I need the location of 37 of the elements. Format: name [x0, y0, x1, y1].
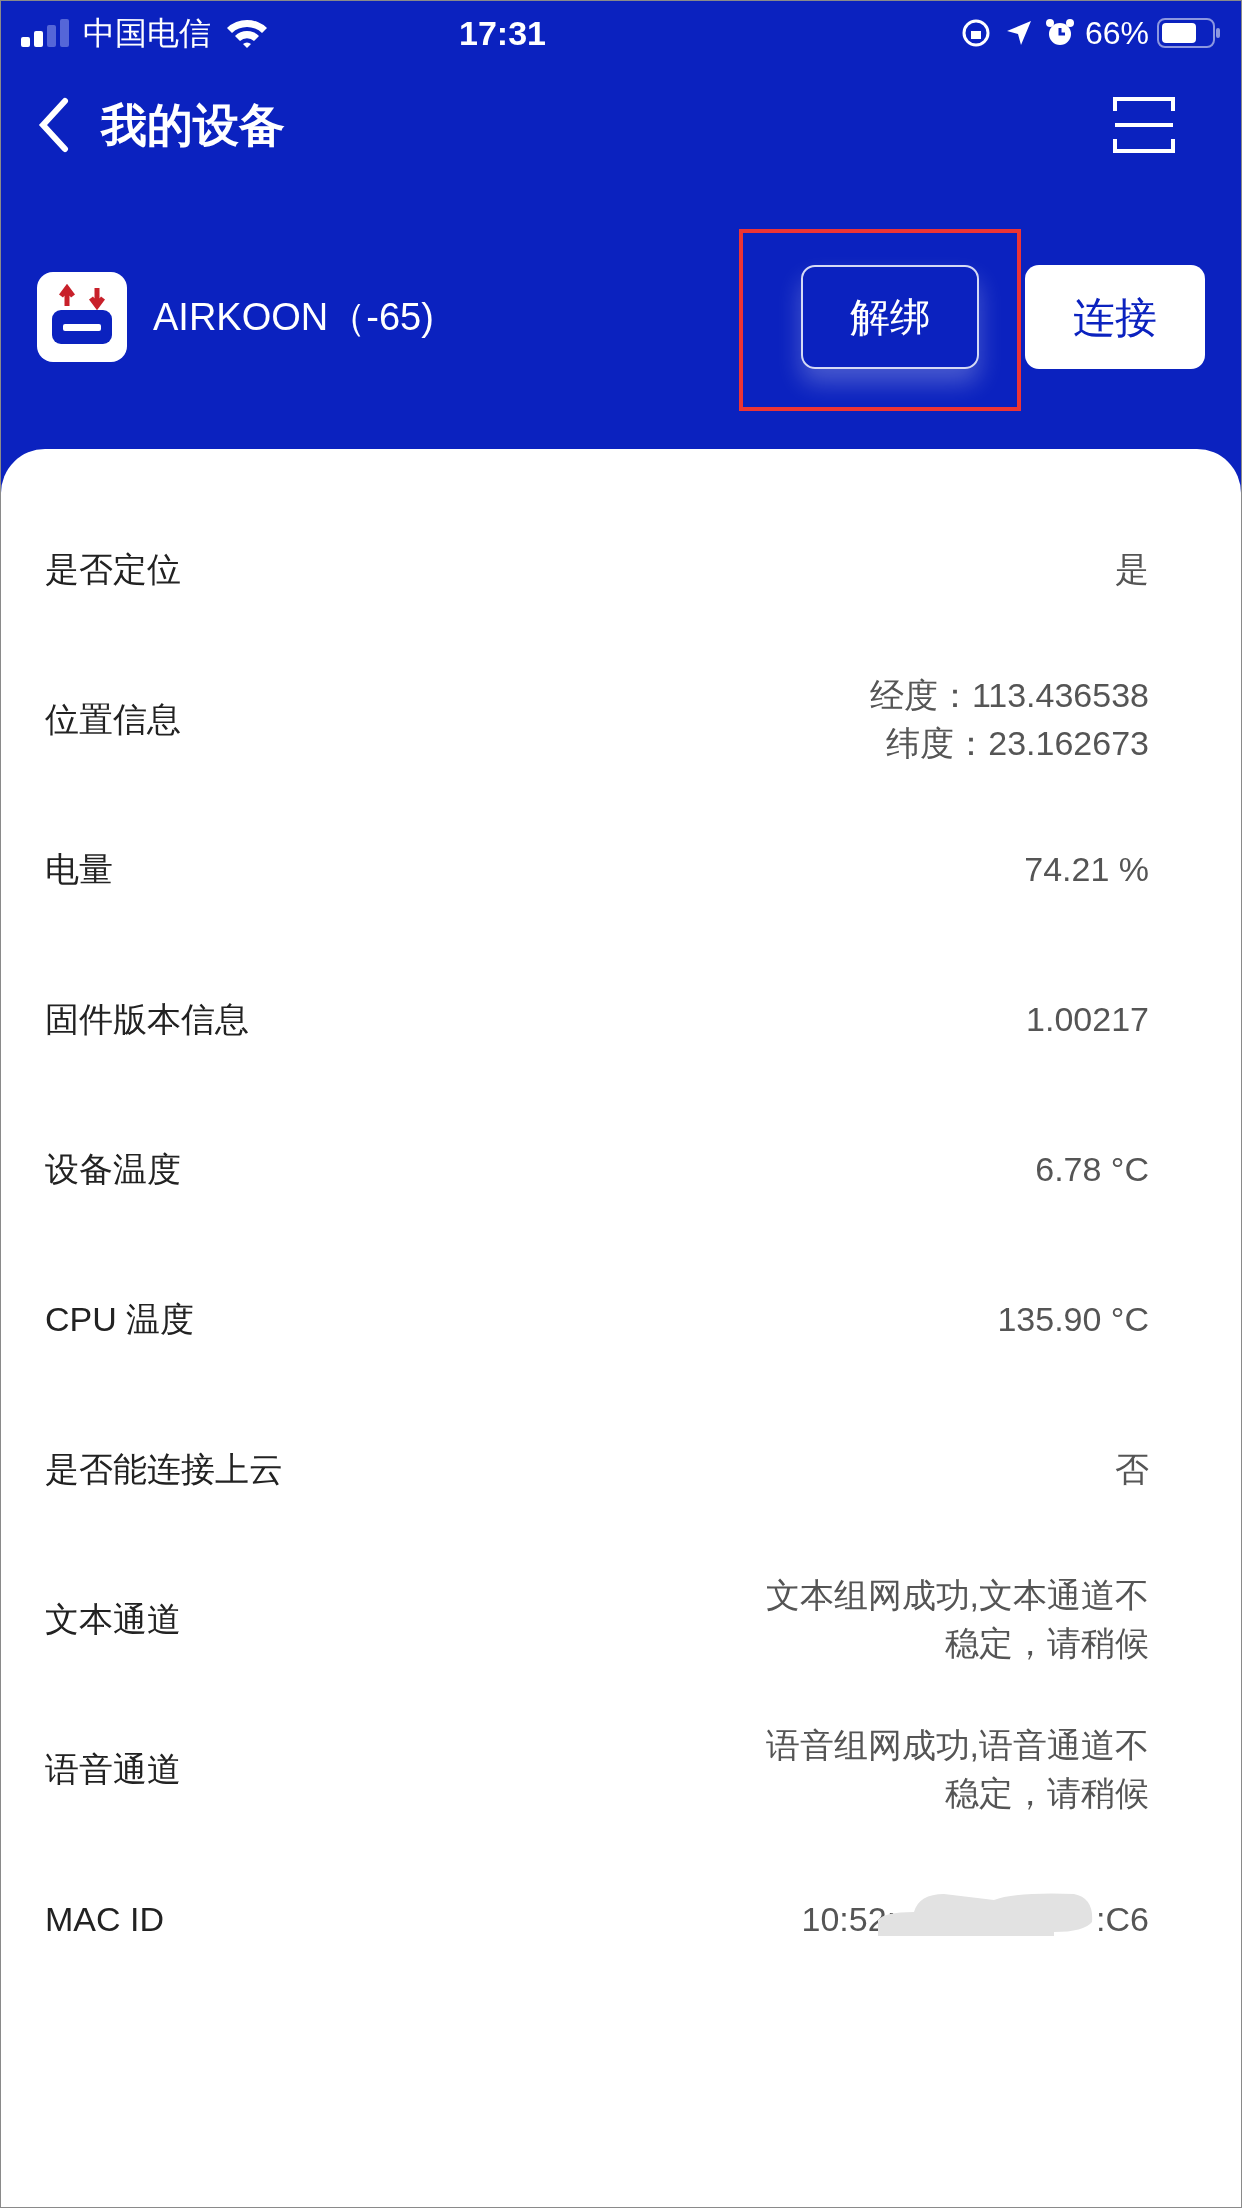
row-label: 位置信息 — [45, 698, 181, 740]
device-name: AIRKOON（-65) — [153, 294, 434, 340]
row-value: 是 — [1115, 549, 1149, 590]
row-value: 语音组网成功,语音通道不 — [765, 1725, 1149, 1766]
unbind-button[interactable]: 解绑 — [801, 265, 979, 369]
back-icon[interactable] — [37, 97, 71, 153]
row-value: 1.00217 — [1026, 999, 1149, 1040]
carrier-name: 中国电信 — [83, 14, 211, 53]
row-value: 经度：113.436538 — [869, 675, 1149, 716]
row-label: CPU 温度 — [45, 1298, 195, 1340]
row-value: :C6 — [1096, 1898, 1149, 1940]
row-label: 文本通道 — [45, 1598, 181, 1640]
row-label: 设备温度 — [45, 1148, 181, 1190]
rotation-lock-icon — [960, 18, 991, 48]
row-value: 否 — [1115, 1449, 1149, 1490]
clock-time: 17:31 — [459, 12, 546, 54]
page-title: 我的设备 — [101, 97, 285, 153]
row-label: 语音通道 — [45, 1748, 181, 1790]
device-icon — [37, 272, 127, 362]
row-value: 74.21 % — [1024, 849, 1149, 890]
row-label: MAC ID — [45, 1898, 164, 1940]
row-value: 6.78 °C — [1035, 1149, 1149, 1190]
row-label: 是否能连接上云 — [45, 1448, 283, 1490]
row-value: 稳定，请稍候 — [945, 1773, 1149, 1814]
row-label: 固件版本信息 — [45, 998, 249, 1040]
row-value: 纬度：23.162673 — [886, 723, 1149, 764]
row-value: 稳定，请稍候 — [945, 1623, 1149, 1664]
row-value: 文本组网成功,文本通道不 — [765, 1575, 1149, 1616]
row-label: 是否定位 — [45, 548, 181, 590]
scan-icon[interactable] — [1113, 97, 1175, 153]
battery-icon — [1157, 18, 1221, 48]
alarm-icon — [1044, 18, 1075, 48]
row-label: 电量 — [45, 848, 113, 890]
row-value: 135.90 °C — [997, 1299, 1149, 1340]
wifi-icon — [225, 17, 269, 49]
battery-percent: 66% — [1084, 14, 1149, 53]
connect-button[interactable]: 连接 — [1025, 265, 1205, 369]
